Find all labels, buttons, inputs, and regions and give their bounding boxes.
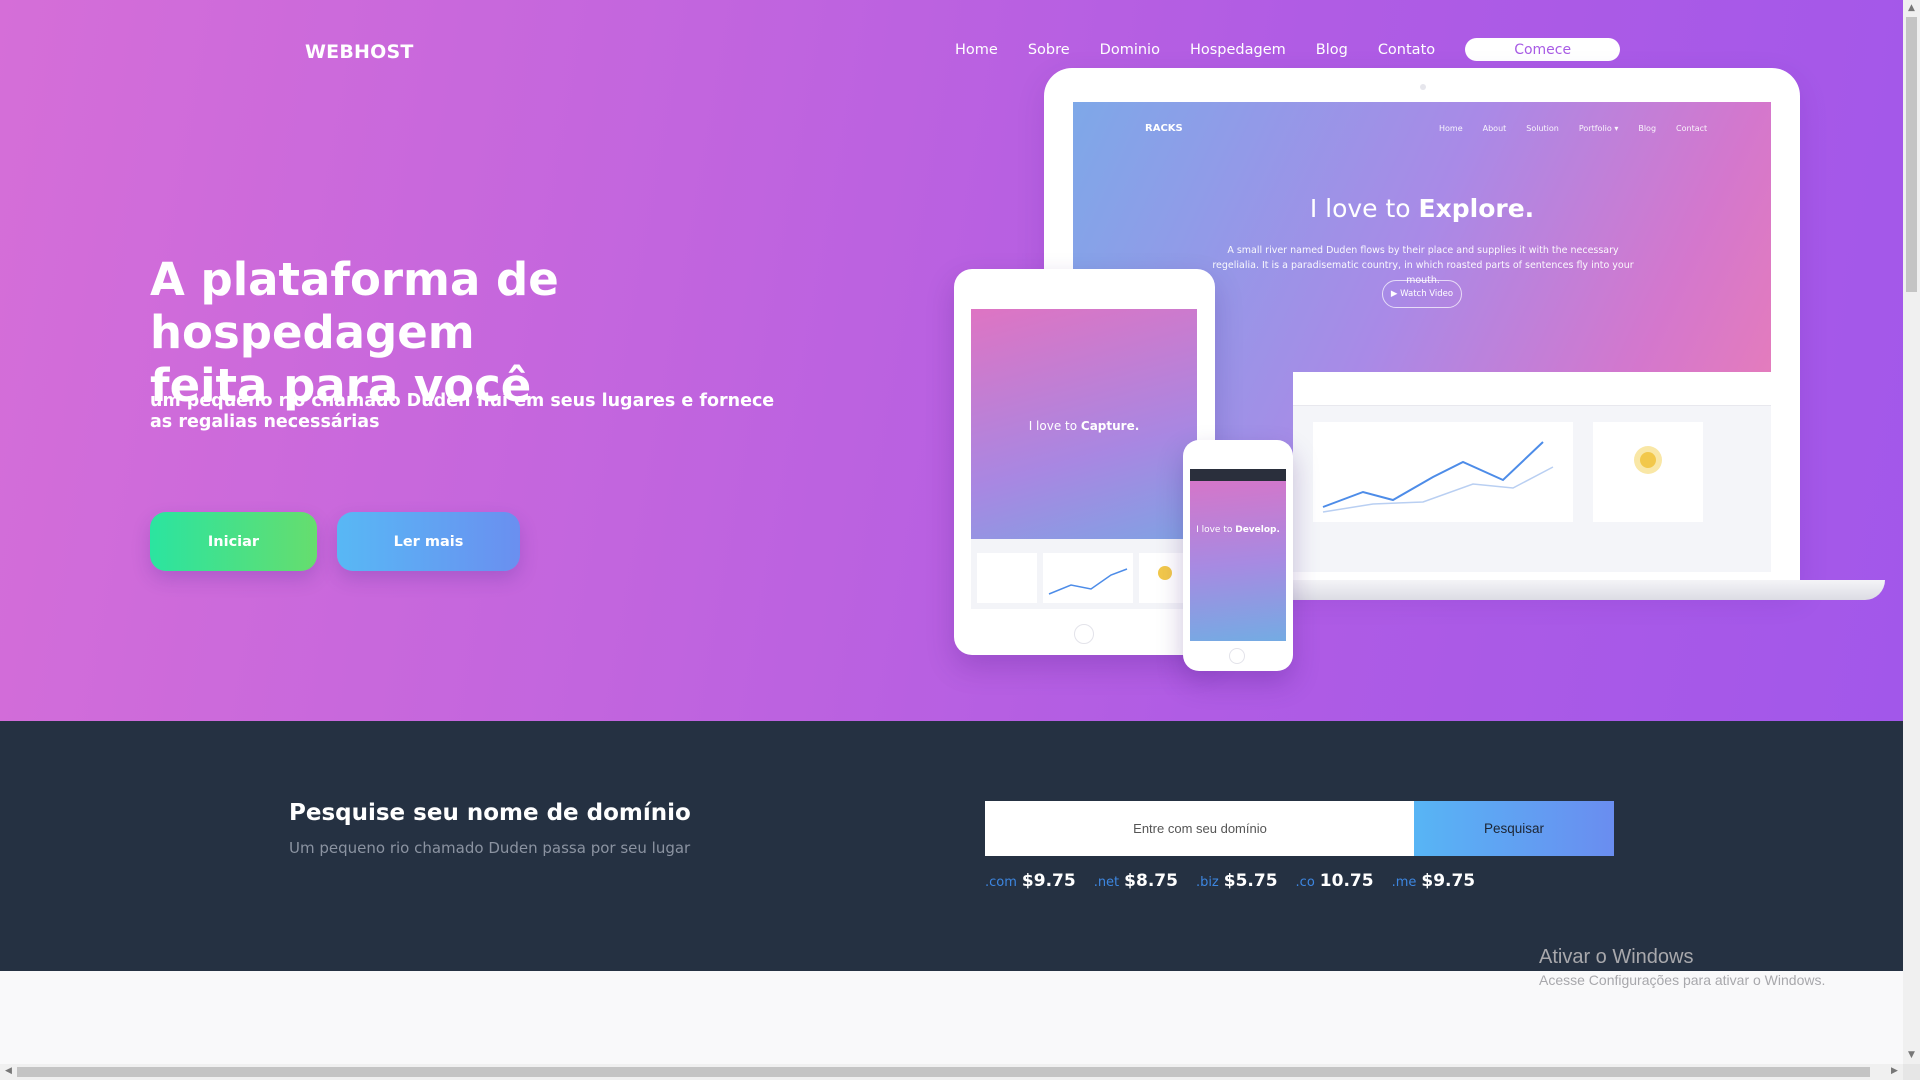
- mockup-nav-item: Blog: [1638, 124, 1657, 133]
- horizontal-scrollbar[interactable]: ◀ ▶: [0, 1064, 1903, 1080]
- watermark-title: Ativar o Windows: [1539, 946, 1694, 968]
- tld-item: .net $8.75: [1094, 871, 1178, 891]
- tld-ext: .co: [1295, 875, 1315, 890]
- phone-heading-pre: I love to: [1196, 525, 1236, 535]
- scroll-down-icon[interactable]: ▼: [1903, 1047, 1920, 1064]
- comece-button[interactable]: Comece: [1465, 38, 1621, 61]
- mockup-nav-item: About: [1482, 124, 1507, 133]
- mockup-brand: RACKS: [1145, 123, 1183, 134]
- windows-activation-watermark: Ativar o Windows Acesse Configurações pa…: [1539, 946, 1825, 988]
- brand-logo[interactable]: WEBHOST: [305, 41, 414, 63]
- tld-ext: .me: [1391, 875, 1417, 890]
- mockup-dashboard-bar: [1293, 372, 1771, 406]
- mockup-chart-line: [1322, 441, 1554, 513]
- tablet-screen: I love to Capture.: [971, 309, 1197, 609]
- hero-title: A plataforma de hospedagem feita para vo…: [150, 253, 850, 412]
- tld-price: $5.75: [1223, 871, 1278, 891]
- phone-heading: I love to Develop.: [1190, 525, 1286, 535]
- scroll-right-icon[interactable]: ▶: [1886, 1063, 1903, 1080]
- tld-item: .com $9.75: [985, 871, 1076, 891]
- domain-subtitle: Um pequeno rio chamado Duden passa por s…: [289, 839, 691, 857]
- nav-blog[interactable]: Blog: [1316, 42, 1348, 58]
- phone-topbar: [1190, 469, 1286, 481]
- mockup-heading: I love to Explore.: [1073, 194, 1771, 223]
- tld-price: $9.75: [1021, 871, 1076, 891]
- phone-mockup: I love to Develop.: [1183, 440, 1293, 671]
- mockup-heading-pre: I love to: [1309, 194, 1419, 223]
- mockup-balance-icon: [1634, 446, 1662, 474]
- nav-home[interactable]: Home: [955, 42, 998, 58]
- scroll-left-icon[interactable]: ◀: [0, 1063, 17, 1080]
- vertical-scroll-thumb[interactable]: [1906, 17, 1917, 292]
- mockup-nav-item: Solution: [1526, 124, 1559, 133]
- tablet-heading: I love to Capture.: [971, 419, 1197, 433]
- tablet-dashboard: [971, 539, 1197, 609]
- iniciar-button[interactable]: Iniciar: [150, 512, 317, 571]
- domain-search-section: Pesquise seu nome de domínio Um pequeno …: [0, 721, 1903, 971]
- phone-heading-bold: Develop.: [1235, 525, 1280, 535]
- hero-title-line1: A plataforma de hospedagem: [150, 253, 559, 359]
- domain-input[interactable]: [985, 801, 1415, 856]
- nav-contato[interactable]: Contato: [1378, 42, 1435, 58]
- pesquisar-button[interactable]: Pesquisar: [1414, 801, 1614, 856]
- nav-sobre[interactable]: Sobre: [1028, 42, 1070, 58]
- hero-subtitle: um pequeno rio chamado Duden flui em seu…: [150, 391, 775, 432]
- mockup-chart-panel: [1313, 422, 1573, 522]
- tld-item: .co 10.75: [1296, 871, 1374, 891]
- mockup-watch-video: ▶ Watch Video: [1382, 280, 1462, 308]
- vertical-scrollbar[interactable]: ▲ ▼: [1903, 0, 1920, 1064]
- tablet-chart: [977, 553, 1191, 603]
- mockup-nav-item: Portfolio ▾: [1578, 124, 1619, 133]
- phone-home-button: [1229, 648, 1245, 664]
- hero-section: WEBHOST Home Sobre Dominio Hospedagem Bl…: [0, 0, 1903, 721]
- tld-ext: .net: [1093, 875, 1120, 890]
- tld-price: $8.75: [1124, 871, 1178, 891]
- mockup-nav: Home About Solution Portfolio ▾ Blog Con…: [1439, 124, 1727, 133]
- tld-item: .me $9.75: [1392, 871, 1476, 891]
- tablet-heading-bold: Capture.: [1080, 419, 1140, 433]
- main-nav: Home Sobre Dominio Hospedagem Blog Conta…: [955, 38, 1621, 61]
- nav-dominio[interactable]: Dominio: [1100, 42, 1160, 58]
- domain-title: Pesquise seu nome de domínio: [289, 800, 691, 826]
- mockup-side-panel: [1593, 422, 1703, 522]
- ler-mais-button[interactable]: Ler mais: [337, 512, 520, 571]
- mockup-nav-item: Home: [1439, 124, 1463, 133]
- tld-price-list: .com $9.75 .net $8.75 .biz $5.75 .co 10.…: [985, 871, 1493, 891]
- tld-ext: .biz: [1195, 875, 1219, 890]
- laptop-camera: [1420, 84, 1426, 90]
- phone-screen: I love to Develop.: [1190, 469, 1286, 641]
- scrollbar-corner: [1903, 1064, 1920, 1080]
- mockup-dashboard: [1293, 372, 1771, 572]
- tablet-home-button: [1074, 624, 1094, 644]
- tld-ext: .com: [985, 875, 1017, 890]
- tablet-heading-pre: I love to: [1028, 419, 1081, 433]
- scroll-up-icon[interactable]: ▲: [1903, 0, 1920, 17]
- horizontal-scroll-thumb[interactable]: [17, 1067, 1870, 1077]
- tablet-mockup: I love to Capture.: [954, 269, 1215, 655]
- mockup-heading-bold: Explore.: [1418, 194, 1535, 223]
- tld-price: 10.75: [1319, 871, 1374, 891]
- tld-price: $9.75: [1421, 871, 1476, 891]
- tld-item: .biz $5.75: [1196, 871, 1278, 891]
- mockup-nav-item: Contact: [1676, 124, 1708, 133]
- watermark-subtitle: Acesse Configurações para ativar o Windo…: [1539, 972, 1826, 988]
- nav-hospedagem[interactable]: Hospedagem: [1190, 42, 1286, 58]
